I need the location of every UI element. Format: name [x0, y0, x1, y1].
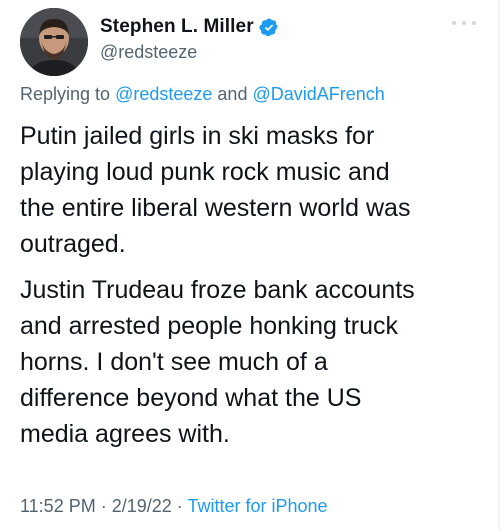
author-names: Stephen L. Miller @redsteeze — [100, 14, 279, 63]
meta-separator: · — [95, 496, 112, 516]
meta-separator: · — [171, 496, 188, 516]
more-dot — [472, 21, 476, 25]
tweet-header: Stephen L. Miller @redsteeze — [20, 8, 480, 78]
avatar[interactable] — [20, 8, 88, 76]
replying-to-prefix: Replying to — [20, 84, 111, 104]
more-dot — [462, 21, 466, 25]
display-name[interactable]: Stephen L. Miller — [100, 16, 254, 38]
tweet-paragraph: Justin Trudeau froze bank accounts and a… — [20, 276, 415, 448]
tweet-paragraph: Putin jailed girls in ski masks for play… — [20, 122, 411, 258]
tweet-metadata: 11:52 PM · 2/19/22 · Twitter for iPhone — [20, 496, 328, 517]
tweet-source-link[interactable]: Twitter for iPhone — [187, 496, 327, 516]
more-options-icon[interactable] — [452, 18, 476, 28]
verified-badge-icon — [259, 17, 279, 37]
display-name-row: Stephen L. Miller — [100, 14, 279, 40]
reply-mention-link[interactable]: @redsteeze — [115, 84, 212, 104]
author-handle[interactable]: @redsteeze — [100, 42, 279, 63]
tweet-time[interactable]: 11:52 PM — [20, 496, 96, 516]
avatar-image — [20, 8, 88, 76]
replying-to-conjunction: and — [217, 84, 248, 104]
more-dot — [452, 21, 456, 25]
tweet-text: Putin jailed girls in ski masks for play… — [20, 118, 490, 452]
tweet-card: Stephen L. Miller @redsteeze Replying to… — [0, 0, 500, 530]
tweet-date[interactable]: 2/19/22 — [112, 496, 172, 516]
replying-to-line: Replying to @redsteeze and @DavidAFrench — [20, 84, 385, 105]
reply-mention-link[interactable]: @DavidAFrench — [252, 84, 384, 104]
